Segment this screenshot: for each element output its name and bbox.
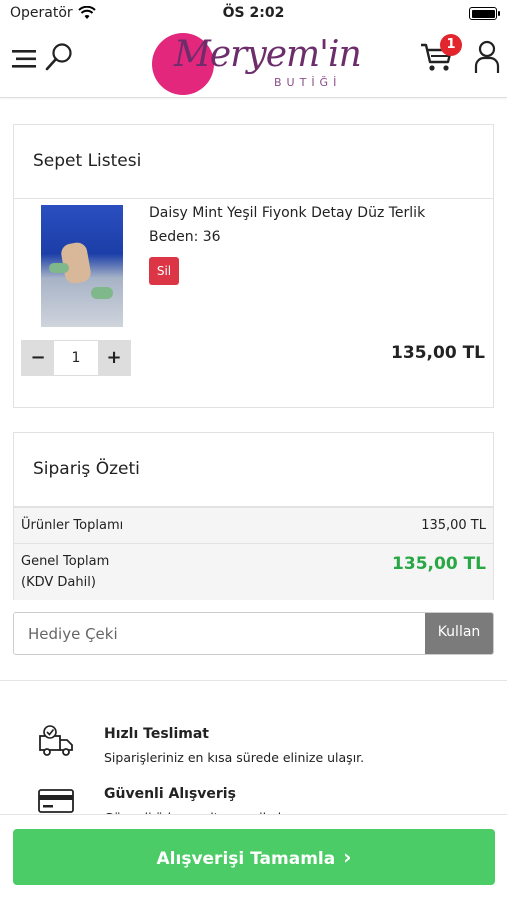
products-total-row: Ürünler Toplamı 135,00 TL	[14, 507, 493, 543]
brand-logo[interactable]: Meryem'in BUTİĞİ	[152, 30, 362, 96]
product-name[interactable]: Daisy Mint Yeşil Fiyonk Detay Düz Terlik	[149, 205, 425, 221]
grand-total-value: 135,00 TL	[392, 554, 486, 574]
chevron-right-icon: ›	[343, 845, 352, 869]
feature-title: Güvenli Alışveriş	[104, 786, 236, 802]
quantity-stepper: − 1 +	[21, 340, 131, 376]
feature-fast-delivery: Hızlı Teslimat Siparişleriniz en kısa sü…	[0, 724, 507, 770]
credit-card-icon	[38, 789, 74, 813]
cart-count-badge[interactable]: 1	[440, 34, 462, 56]
gift-voucher-form: Kullan	[13, 612, 494, 655]
grand-total-label-line1: Genel Toplam	[21, 554, 110, 569]
grand-total-label: Genel Toplam (KDV Dahil)	[21, 551, 109, 593]
cart-list-card: Sepet Listesi Daisy Mint Yeşil Fiyonk De…	[13, 124, 494, 408]
complete-order-label: Alışverişi Tamamla	[156, 849, 336, 869]
user-icon[interactable]	[474, 40, 500, 74]
apply-voucher-button[interactable]: Kullan	[425, 613, 493, 654]
clock: ÖS 2:02	[222, 5, 285, 21]
delivery-truck-icon	[39, 725, 73, 756]
complete-order-button[interactable]: Alışverişi Tamamla ›	[13, 829, 495, 885]
section-divider	[0, 680, 507, 681]
menu-icon[interactable]	[12, 48, 36, 70]
feature-description: Siparişleriniz en kısa sürede elinize ul…	[104, 750, 365, 765]
products-total-label: Ürünler Toplamı	[21, 518, 124, 533]
cart-list-title: Sepet Listesi	[14, 125, 493, 199]
product-price: 135,00 TL	[391, 343, 485, 363]
grand-total-label-line2: (KDV Dahil)	[21, 575, 96, 590]
checkout-bar: Alışverişi Tamamla ›	[0, 814, 507, 900]
product-image[interactable]	[41, 205, 123, 327]
products-total-value: 135,00 TL	[421, 518, 486, 533]
increase-quantity-button[interactable]: +	[98, 341, 130, 375]
product-size: Beden: 36	[149, 229, 221, 245]
decrease-quantity-button[interactable]: −	[22, 341, 54, 375]
order-summary-card: Sipariş Özeti Ürünler Toplamı 135,00 TL …	[13, 432, 494, 600]
order-summary-title: Sipariş Özeti	[14, 433, 493, 507]
gift-voucher-input[interactable]	[14, 613, 427, 654]
feature-title: Hızlı Teslimat	[104, 726, 209, 742]
logo-script: Meryem'in	[174, 34, 362, 75]
battery-icon	[469, 7, 500, 20]
quantity-value[interactable]: 1	[54, 341, 98, 375]
grand-total-row: Genel Toplam (KDV Dahil) 135,00 TL	[14, 543, 493, 600]
app-header: Meryem'in BUTİĞİ 1	[0, 28, 507, 98]
search-icon[interactable]	[44, 42, 74, 72]
delete-button[interactable]: Sil	[149, 257, 179, 285]
logo-subtitle: BUTİĞİ	[274, 76, 342, 89]
status-bar: Operatör ÖS 2:02	[0, 0, 507, 28]
